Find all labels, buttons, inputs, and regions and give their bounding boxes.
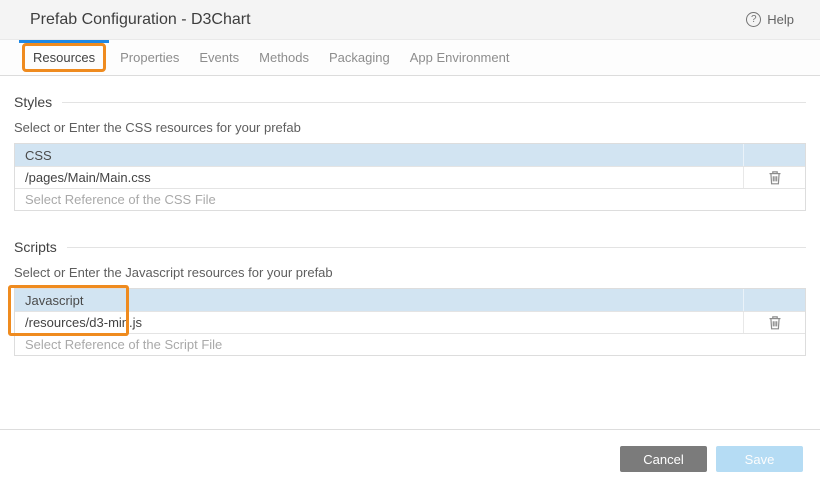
tab-events[interactable]: Events — [189, 40, 249, 75]
help-circle-icon: ? — [746, 12, 762, 27]
tab-label: Packaging — [329, 50, 390, 65]
tab-label: Methods — [259, 50, 310, 65]
tab-resources[interactable]: Resources — [18, 40, 110, 75]
dialog-footer: Cancel Save — [0, 429, 820, 487]
javascript-column-header: Javascript — [25, 292, 84, 308]
title-bar: Prefab Configuration - D3Chart ? Help — [0, 0, 820, 40]
tab-label: Properties — [120, 50, 180, 65]
active-tab-indicator — [19, 40, 110, 43]
resources-tab-content: Styles Select or Enter the CSS resources… — [0, 94, 820, 356]
row-actions-cell — [743, 167, 805, 188]
help-label: Help — [767, 12, 794, 27]
table-header-row: Javascript — [15, 289, 805, 311]
row-actions-cell — [743, 312, 805, 333]
prefab-configuration-dialog: Prefab Configuration - D3Chart ? Help Re… — [0, 0, 820, 487]
css-column-header: CSS — [25, 147, 52, 163]
trash-icon — [769, 316, 780, 330]
scripts-section-header: Scripts — [14, 239, 806, 255]
styles-section-header: Styles — [14, 94, 806, 110]
tab-bar: Resources Properties Events Methods Pack… — [0, 40, 820, 76]
tab-label: Resources — [33, 50, 96, 65]
actions-column-header — [743, 289, 805, 311]
css-reference-input-row — [15, 188, 805, 210]
page-title: Prefab Configuration - D3Chart — [30, 10, 251, 28]
actions-column-header — [743, 144, 805, 166]
styles-section-title: Styles — [14, 94, 53, 110]
table-row[interactable]: /pages/Main/Main.css — [15, 166, 805, 188]
table-header-row: CSS — [15, 144, 805, 166]
tab-label: App Environment — [409, 50, 510, 65]
css-resources-table: CSS /pages/Main/Main.css — [14, 143, 806, 211]
trash-icon — [769, 171, 780, 185]
tab-app-environment[interactable]: App Environment — [400, 40, 520, 75]
resources-tab-highlight-annotation: Resources — [22, 43, 107, 72]
save-button[interactable]: Save — [716, 446, 803, 472]
script-reference-input[interactable] — [15, 334, 805, 355]
section-divider — [66, 246, 806, 248]
styles-section-subtitle: Select or Enter the CSS resources for yo… — [14, 120, 301, 135]
tab-packaging[interactable]: Packaging — [319, 40, 400, 75]
css-resource-value: /pages/Main/Main.css — [25, 170, 151, 185]
delete-script-resource-button[interactable] — [766, 313, 784, 332]
tab-label: Events — [199, 50, 240, 65]
section-divider — [62, 101, 806, 103]
scripts-section-title: Scripts — [14, 239, 57, 255]
script-reference-input-row — [15, 333, 805, 355]
table-row[interactable]: /resources/d3-min.js — [15, 311, 805, 333]
css-reference-input[interactable] — [15, 189, 805, 210]
scripts-section-subtitle: Select or Enter the Javascript resources… — [14, 265, 333, 280]
tab-methods[interactable]: Methods — [249, 40, 319, 75]
cancel-button[interactable]: Cancel — [620, 446, 707, 472]
delete-css-resource-button[interactable] — [766, 168, 784, 187]
javascript-resource-value: /resources/d3-min.js — [25, 315, 143, 330]
javascript-resources-table: Javascript /resources/d3-min.js — [8, 285, 806, 356]
help-button[interactable]: ? Help — [746, 12, 794, 27]
tab-properties[interactable]: Properties — [110, 40, 189, 75]
